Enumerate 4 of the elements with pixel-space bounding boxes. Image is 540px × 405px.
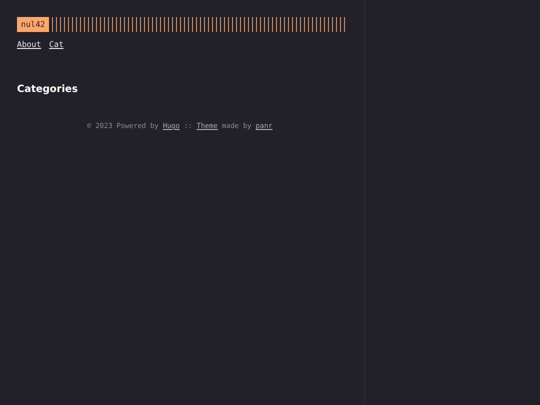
logo[interactable]: nul42 <box>17 17 50 32</box>
page-heading: Categories <box>17 83 79 97</box>
menu-link[interactable]: Cat <box>49 39 64 51</box>
menu-link[interactable]: About <box>17 39 42 51</box>
